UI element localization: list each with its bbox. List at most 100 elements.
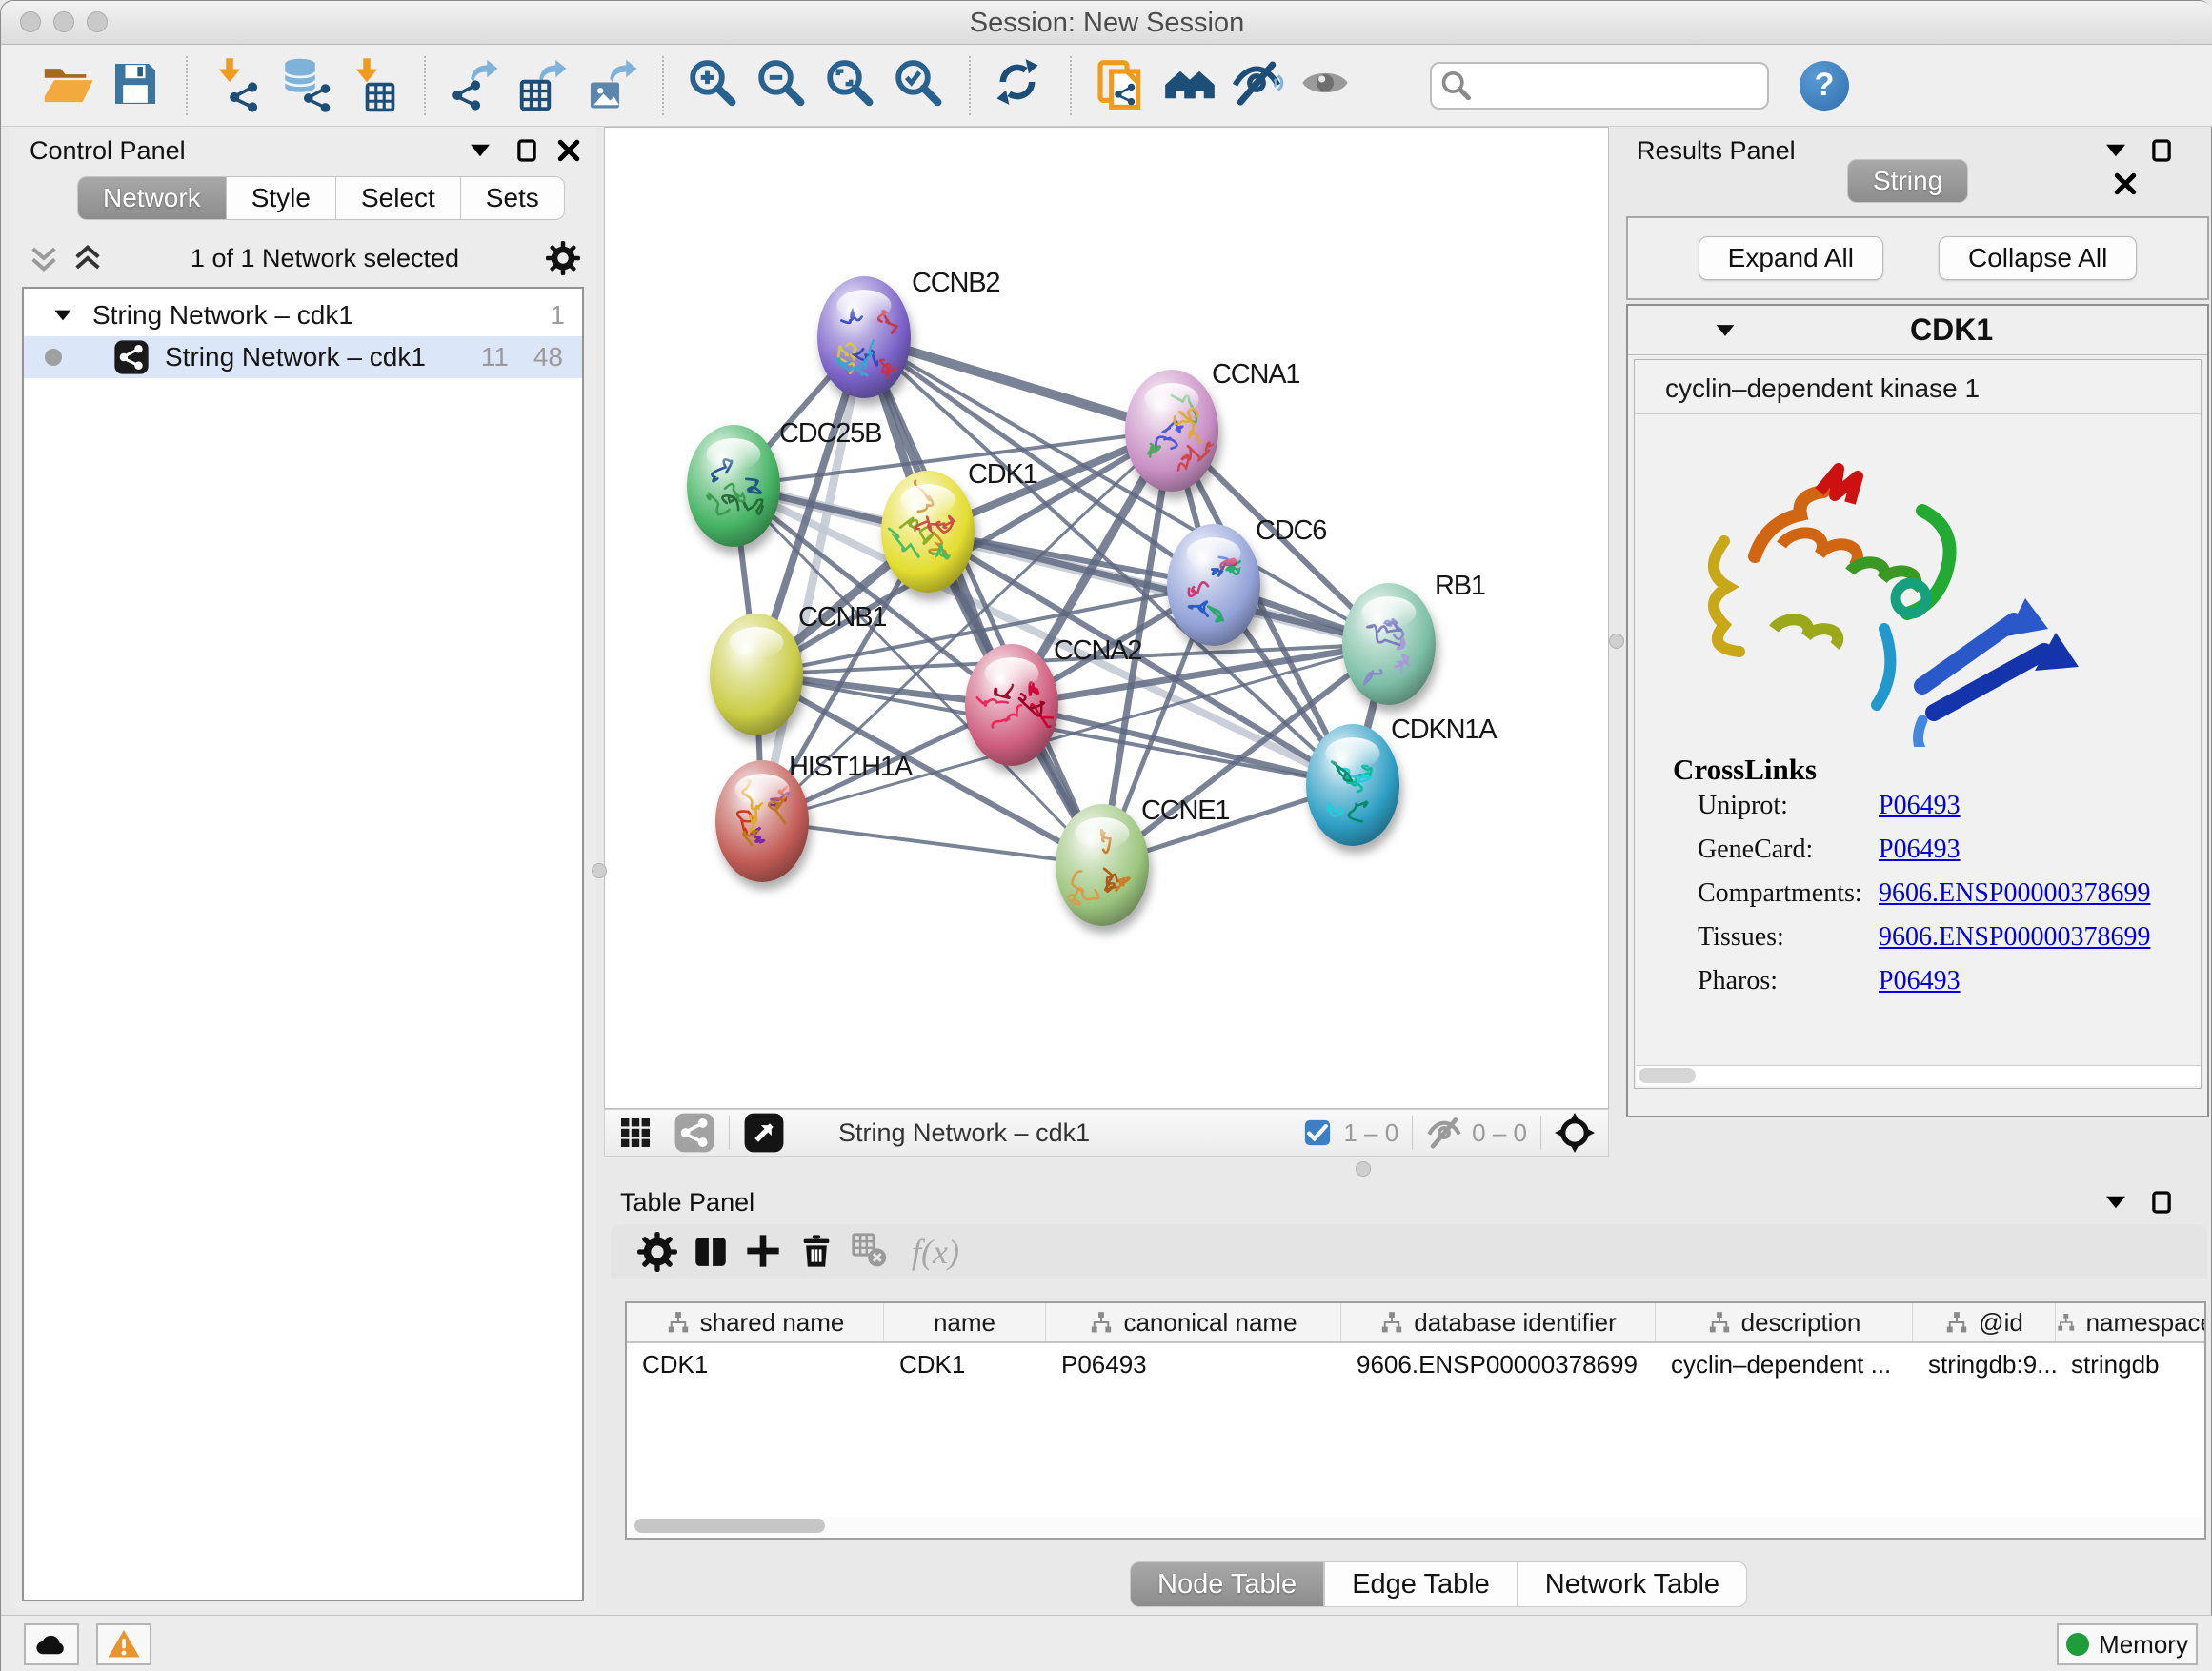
share-view-icon[interactable] <box>674 1112 715 1154</box>
zoom-selected-button[interactable] <box>892 57 947 114</box>
table-gear-button[interactable] <box>632 1228 685 1276</box>
function-builder-button[interactable]: f(x) <box>912 1232 959 1272</box>
toolbar-separator <box>969 56 971 115</box>
float-panel-icon[interactable] <box>2147 136 2176 165</box>
export-table-button[interactable] <box>516 57 572 114</box>
panel-menu-icon[interactable] <box>2101 136 2130 165</box>
results-scrollbar[interactable] <box>1637 1065 2201 1086</box>
network-graph[interactable]: CCNB2CCNA1CDC25BCDK1CDC6RB1CCNB1CCNA2CDK… <box>605 128 1608 1108</box>
minimize-window-button[interactable] <box>53 11 74 32</box>
show-all-button[interactable] <box>1299 57 1355 114</box>
network-node-CDC6[interactable] <box>1167 524 1260 646</box>
network-node-CDKN1A[interactable] <box>1306 724 1399 846</box>
table-row[interactable]: CDK1CDK1P064939606.ENSP00000378699cyclin… <box>627 1343 2204 1385</box>
network-node-CDK1[interactable] <box>881 471 975 593</box>
zoom-fit-button[interactable] <box>823 57 878 114</box>
maximize-window-button[interactable] <box>87 11 108 32</box>
import-database-button[interactable] <box>278 57 333 114</box>
crosslink-link[interactable]: P06493 <box>1879 791 1961 821</box>
vertical-splitter-handle[interactable] <box>592 863 607 878</box>
network-view-canvas[interactable]: CCNB2CCNA1CDC25BCDK1CDC6RB1CCNB1CCNA2CDK… <box>604 127 1609 1109</box>
crosshair-icon[interactable] <box>1555 1113 1595 1153</box>
delete-column-button[interactable] <box>792 1228 845 1276</box>
network-node-CCNB2[interactable] <box>817 276 911 398</box>
search-input[interactable] <box>1479 70 1756 100</box>
collection-label: String Network – cdk1 <box>92 300 353 331</box>
crosslink-link[interactable]: P06493 <box>1879 835 1961 865</box>
refresh-button[interactable] <box>993 57 1048 114</box>
node-table[interactable]: shared namenamecanonical namedatabase id… <box>625 1301 2206 1540</box>
collapse-all-button[interactable]: Collapse All <box>1939 236 2137 280</box>
column-header-name[interactable]: name <box>884 1303 1046 1341</box>
tab-network-table[interactable]: Network Table <box>1518 1561 1747 1607</box>
collapse-all-icon[interactable] <box>28 242 60 274</box>
panel-menu-icon[interactable] <box>2101 1188 2130 1217</box>
import-network-button[interactable] <box>210 57 265 114</box>
memory-button[interactable]: Memory <box>2057 1623 2198 1665</box>
column-header-database-identifier[interactable]: database identifier <box>1341 1303 1656 1341</box>
tab-style[interactable]: Style <box>227 176 336 220</box>
crosslink-label: Compartments: <box>1698 878 1879 909</box>
collapse-icon[interactable] <box>1712 317 1739 344</box>
tab-edge-table[interactable]: Edge Table <box>1324 1561 1518 1607</box>
hidden-eye-icon[interactable] <box>1426 1115 1462 1151</box>
selected-checkbox-icon[interactable] <box>1303 1118 1332 1147</box>
first-neighbors-button[interactable] <box>1162 57 1217 114</box>
control-panel-tabs: NetworkStyleSelectSets <box>77 176 565 220</box>
tab-network[interactable]: Network <box>77 176 227 220</box>
close-window-button[interactable] <box>20 11 41 32</box>
hide-selected-button[interactable] <box>1231 57 1286 114</box>
warnings-button[interactable] <box>96 1623 151 1665</box>
float-panel-icon[interactable] <box>513 136 541 165</box>
grid-view-icon[interactable] <box>618 1116 653 1150</box>
network-node-CCNA2[interactable] <box>965 644 1058 766</box>
export-network-button[interactable] <box>448 57 503 114</box>
duplicate-network-button[interactable] <box>1094 57 1149 114</box>
column-header--id[interactable]: @id <box>1913 1303 2056 1341</box>
help-button[interactable]: ? <box>1800 61 1849 111</box>
network-row[interactable]: String Network – cdk1 11 48 <box>24 336 582 378</box>
close-panel-icon[interactable] <box>2111 170 2140 198</box>
collapse-icon[interactable] <box>50 303 75 328</box>
tab-string[interactable]: String <box>1847 159 1968 203</box>
column-header-description[interactable]: description <box>1656 1303 1913 1341</box>
open-in-new-window-icon[interactable] <box>743 1112 785 1154</box>
crosslink-link[interactable]: 9606.ENSP00000378699 <box>1879 922 2150 953</box>
table-cell: CDK1 <box>884 1343 1046 1385</box>
tab-node-table[interactable]: Node Table <box>1130 1561 1324 1607</box>
expand-all-button[interactable]: Expand All <box>1699 236 1883 280</box>
open-session-button[interactable] <box>40 57 95 114</box>
save-session-button[interactable] <box>109 57 164 114</box>
network-node-CCNB1[interactable] <box>710 614 803 735</box>
zoom-out-button[interactable] <box>754 57 810 114</box>
crosslink-link[interactable]: P06493 <box>1879 966 1961 997</box>
add-column-button[interactable] <box>738 1228 792 1276</box>
panel-menu-icon[interactable] <box>466 136 494 165</box>
tab-select[interactable]: Select <box>336 176 461 220</box>
toolbar-separator <box>729 1116 730 1150</box>
tab-sets[interactable]: Sets <box>461 176 565 220</box>
expand-all-icon[interactable] <box>71 242 104 274</box>
import-table-button[interactable] <box>347 57 402 114</box>
gear-icon[interactable] <box>546 241 580 275</box>
show-columns-button[interactable] <box>685 1228 738 1276</box>
crosslink-link[interactable]: 9606.ENSP00000378699 <box>1879 878 2150 909</box>
network-node-CCNE1[interactable] <box>1056 804 1149 926</box>
column-header-canonical-name[interactable]: canonical name <box>1046 1303 1341 1341</box>
gene-section-header[interactable]: CDK1 <box>1628 306 2207 355</box>
float-panel-icon[interactable] <box>2147 1188 2176 1217</box>
column-header-shared-name[interactable]: shared name <box>627 1303 884 1341</box>
network-node-RB1[interactable] <box>1342 583 1436 705</box>
close-panel-icon[interactable] <box>554 136 583 165</box>
table-scrollbar[interactable] <box>629 1517 2202 1536</box>
export-image-button[interactable] <box>585 57 640 114</box>
column-header-namespace[interactable]: namespace <box>2056 1303 2206 1341</box>
network-node-CCNA1[interactable] <box>1125 370 1218 492</box>
cloud-status-button[interactable] <box>24 1623 79 1665</box>
network-collection-row[interactable]: String Network – cdk1 1 <box>24 294 582 336</box>
delete-table-button[interactable] <box>845 1228 898 1276</box>
horizontal-splitter-handle[interactable] <box>1356 1161 1371 1177</box>
vertical-splitter-handle[interactable] <box>1609 634 1624 649</box>
zoom-in-button[interactable] <box>686 57 741 114</box>
network-node-CDC25B[interactable] <box>687 425 780 547</box>
